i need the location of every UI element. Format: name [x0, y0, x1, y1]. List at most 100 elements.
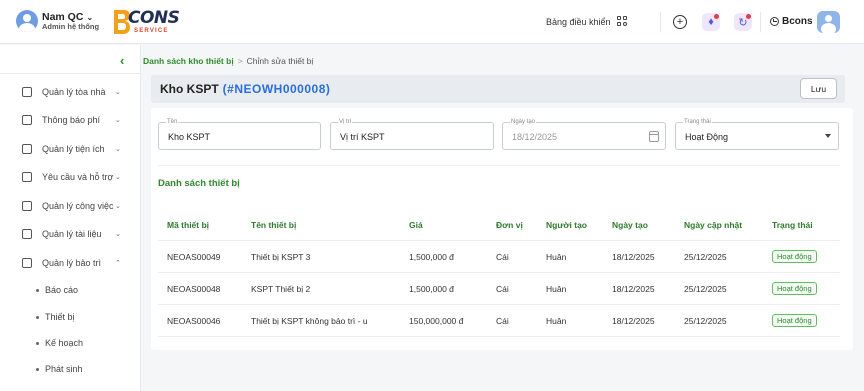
device-unit: Cái — [496, 252, 509, 262]
sidebar-item-tasks[interactable]: Quản lý công việc ⌄ — [0, 196, 141, 216]
sidebar-item-documents[interactable]: Quản lý tài liệu ⌄ — [0, 224, 141, 244]
name-label: Tên — [166, 118, 179, 126]
created-date-value: 18/12/2025 — [512, 132, 558, 142]
user-name: Nam QC — [42, 10, 84, 23]
logo-text: CONS — [128, 8, 180, 28]
breadcrumb-parent-link[interactable]: Danh sách kho thiết bị — [143, 56, 234, 66]
chevron-down-icon: ⌄ — [115, 146, 121, 153]
column-header[interactable]: Đơn vị — [496, 220, 523, 230]
account-avatar[interactable] — [817, 11, 840, 33]
sidebar-subitem-label: Thiết bị — [45, 312, 75, 322]
status-badge: Hoạt động — [772, 314, 817, 327]
chevron-up-icon: ⌃ — [115, 260, 121, 267]
chevron-down-icon[interactable]: ⌄ — [86, 13, 93, 22]
status-value: Hoạt Động — [685, 132, 729, 142]
sidebar-item-label: Yêu cầu và hỗ trợ — [42, 172, 114, 182]
organization-switcher[interactable]: Bcons — [770, 16, 813, 27]
receipt-icon — [22, 115, 32, 125]
chevron-down-icon: ⌄ — [115, 89, 121, 96]
page-title: Kho KSPT (#NEOWH000008) — [160, 82, 330, 96]
sidebar-item-fee-notices[interactable]: Thông báo phí ⌄ — [0, 110, 141, 130]
row-divider — [158, 336, 840, 337]
bell-icon[interactable]: ♦ — [702, 13, 720, 31]
location-value: Vị trí KSPT — [340, 132, 385, 142]
sidebar-subitem-label: Phát sinh — [45, 364, 83, 374]
divider — [158, 165, 840, 166]
plus-icon[interactable]: + — [673, 15, 687, 29]
logo-subtext: SERVICE — [134, 28, 169, 34]
status-select[interactable]: Trạng thái Hoạt Động — [675, 118, 839, 150]
row-divider — [158, 272, 840, 273]
sidebar-subitem-devices[interactable]: Thiết bị — [0, 308, 141, 326]
name-field[interactable]: Tên Kho KSPT — [158, 118, 321, 150]
organization-name: Bcons — [782, 16, 813, 27]
sidebar-item-label: Thông báo phí — [42, 115, 101, 125]
user-menu[interactable]: Nam QC ⌄ Admin hệ thống — [16, 10, 99, 32]
created-date-field: Ngày tạo 18/12/2025 — [502, 118, 666, 150]
divider — [760, 12, 761, 32]
device-creator: Huân — [546, 284, 567, 294]
device-updated-date: 25/12/2025 — [684, 316, 727, 326]
sidebar-subitem-reports[interactable]: Báo cáo — [0, 281, 141, 299]
divider — [660, 12, 661, 32]
chevron-down-icon: ⌄ — [115, 117, 121, 124]
sidebar-item-label: Quản lý tài liệu — [42, 229, 102, 239]
divider — [0, 73, 141, 74]
status-badge: Hoạt động — [772, 250, 817, 263]
device-creator: Huân — [546, 252, 567, 262]
column-header[interactable]: Trạng thái — [772, 220, 813, 230]
row-divider — [158, 304, 840, 305]
device-price: 150,000,000 đ — [409, 316, 464, 326]
sidebar-item-utilities[interactable]: Quản lý tiện ích ⌄ — [0, 139, 141, 159]
warehouse-code: (#NEOWH000008) — [222, 82, 331, 96]
sidebar-item-maintenance[interactable]: Quản lý bảo trì ⌃ — [0, 253, 141, 273]
device-creator: Huân — [546, 316, 567, 326]
location-field[interactable]: Vị trí Vị trí KSPT — [330, 118, 494, 150]
column-header[interactable]: Tên thiết bị — [251, 220, 296, 230]
status-label: Trạng thái — [683, 118, 712, 126]
location-label: Vị trí — [338, 118, 353, 126]
sidebar-subitem-plans[interactable]: Kế hoạch — [0, 334, 141, 352]
sidebar-item-requests[interactable]: Yêu cầu và hỗ trợ ⌄ — [0, 167, 141, 187]
device-code: NEOAS00049 — [167, 252, 221, 262]
user-info: Nam QC ⌄ Admin hệ thống — [42, 11, 99, 32]
status-badge: Hoạt động — [772, 282, 817, 295]
bullet-icon — [36, 288, 39, 292]
column-header[interactable]: Giá — [409, 220, 423, 230]
calendar-icon — [649, 131, 659, 142]
sidebar-item-label: Quản lý tiện ích — [42, 144, 105, 154]
save-button[interactable]: Lưu — [800, 78, 837, 99]
breadcrumb-current: Chỉnh sửa thiết bị — [246, 56, 314, 66]
caret-down-icon — [825, 134, 831, 138]
sidebar-item-buildings[interactable]: Quản lý tòa nhà ⌄ — [0, 82, 141, 102]
task-icon — [22, 201, 32, 211]
column-header[interactable]: Người tạo — [546, 220, 587, 230]
warehouse-name: Kho KSPT — [160, 82, 219, 96]
column-header[interactable]: Mã thiết bị — [167, 220, 209, 230]
device-price: 1,500,000 đ — [409, 284, 454, 294]
sidebar-item-label: Quản lý tòa nhà — [42, 87, 106, 97]
device-created-date: 18/12/2025 — [612, 316, 655, 326]
device-price: 1,500,000 đ — [409, 252, 454, 262]
page-header: Kho KSPT (#NEOWH000008) — [151, 75, 845, 103]
bullet-icon — [36, 341, 39, 345]
sidebar-subitem-label: Kế hoạch — [45, 338, 84, 348]
ticket-icon — [22, 172, 32, 182]
device-unit: Cái — [496, 316, 509, 326]
sidebar-subitem-incidents[interactable]: Phát sinh — [0, 360, 141, 378]
collapse-sidebar-icon[interactable]: ‹ — [120, 53, 124, 68]
column-header[interactable]: Ngày tạo — [612, 220, 648, 230]
document-icon — [22, 229, 32, 239]
sidebar-item-label: Quản lý công việc — [42, 201, 114, 211]
name-value: Kho KSPT — [168, 132, 211, 142]
breadcrumb: Danh sách kho thiết bị > Chỉnh sửa thiết b… — [143, 56, 313, 66]
grid-icon — [22, 144, 32, 154]
column-header[interactable]: Ngày cập nhật — [684, 220, 742, 230]
history-icon[interactable]: ↻ — [734, 13, 752, 31]
dashboard-link[interactable]: Bảng điều khiển — [546, 16, 628, 27]
device-updated-date: 25/12/2025 — [684, 252, 727, 262]
device-created-date: 18/12/2025 — [612, 284, 655, 294]
bcons-logo[interactable]: CONS SERVICE — [112, 7, 180, 37]
sidebar: ‹ Quản lý tòa nhà ⌄ Thông báo phí ⌄ Quản… — [0, 45, 141, 391]
device-code: NEOAS00048 — [167, 284, 221, 294]
